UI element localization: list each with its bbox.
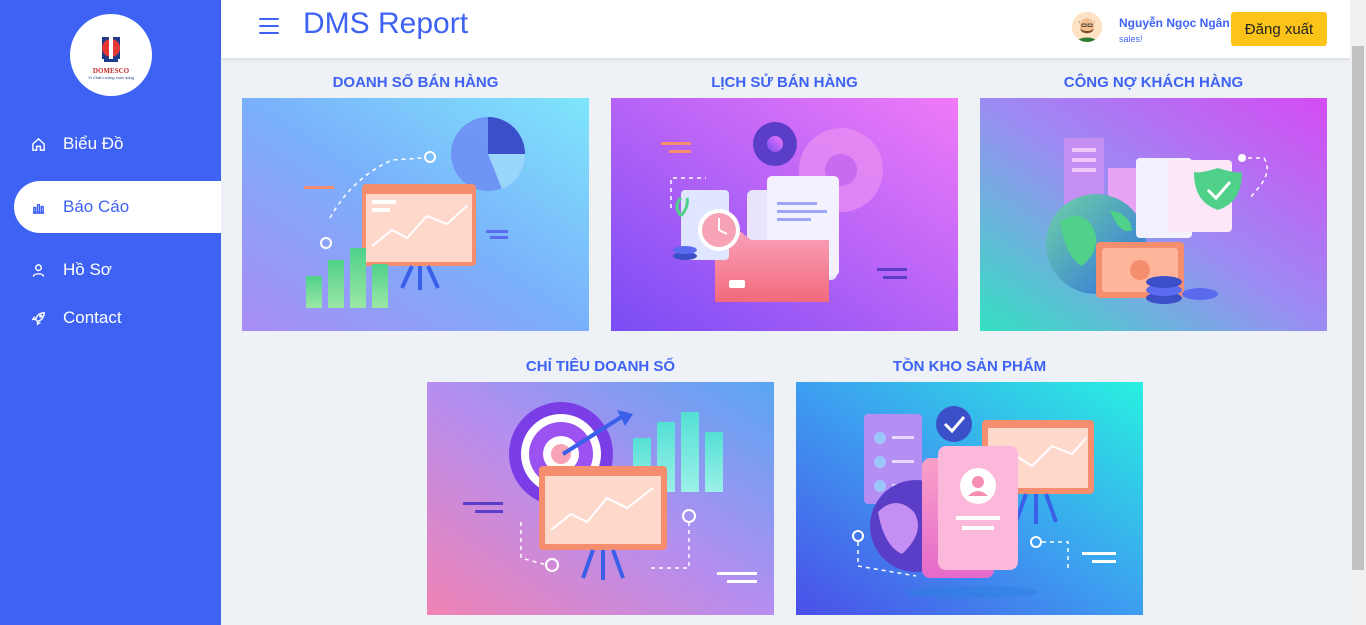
user-name: Nguyễn Ngọc Ngân [1119, 16, 1230, 30]
page-title: DMS Report [303, 7, 469, 40]
sidebar-item-label: Biểu Đồ [63, 134, 124, 153]
logo-slogan-text: Vì Chất Lượng cuộc sống [88, 74, 134, 80]
report-card-chi-tieu[interactable]: CHỈ TIÊU DOANH SỐ [427, 354, 774, 615]
menu-toggle-icon[interactable] [259, 18, 279, 34]
report-card-title[interactable]: TỒN KHO SẢN PHẨM [796, 358, 1143, 375]
sidebar-item-ho-so[interactable]: Hồ Sơ [14, 244, 221, 296]
report-card-ton-kho[interactable]: TỒN KHO SẢN PHẨM [796, 354, 1143, 615]
report-card-title[interactable]: CHỈ TIÊU DOANH SỐ [427, 358, 774, 375]
inventory-illustration[interactable] [796, 382, 1143, 615]
sidebar-item-label: Hồ Sơ [63, 260, 112, 279]
domesco-logo[interactable]: DOMESCO Vì Chất Lượng cuộc sống [70, 14, 152, 96]
history-illustration[interactable] [611, 98, 958, 331]
sidebar-item-label: Contact [63, 308, 122, 327]
home-icon [30, 136, 46, 152]
report-card-title[interactable]: CÔNG NỢ KHÁCH HÀNG [980, 74, 1327, 91]
sidebar: DOMESCO Vì Chất Lượng cuộc sống Biểu Đồ … [0, 0, 221, 625]
sidebar-item-label: Báo Cáo [63, 197, 130, 216]
bar-chart-icon [30, 199, 46, 215]
debt-illustration[interactable] [980, 98, 1327, 331]
domesco-logo-icon [102, 36, 120, 62]
report-card-doanh-so[interactable]: DOANH SỐ BÁN HÀNG [242, 70, 589, 331]
report-card-cong-no[interactable]: CÔNG NỢ KHÁCH HÀNG [980, 70, 1327, 331]
sidebar-item-bieu-do[interactable]: Biểu Đồ [14, 118, 221, 170]
report-card-title[interactable]: DOANH SỐ BÁN HÀNG [242, 74, 589, 91]
page-scrollbar[interactable] [1350, 0, 1366, 625]
user-icon [30, 262, 46, 278]
sidebar-item-bao-cao[interactable]: Báo Cáo [14, 181, 221, 233]
user-role: sales! [1119, 34, 1143, 44]
avatar[interactable] [1072, 12, 1102, 42]
scrollbar-thumb[interactable] [1352, 46, 1364, 570]
sidebar-item-contact[interactable]: Contact [14, 292, 221, 344]
top-bar: DMS Report Nguyễn Ngọc Ngân sales! Đăng … [221, 0, 1350, 58]
sales-illustration[interactable] [242, 98, 589, 331]
report-card-lich-su[interactable]: LỊCH SỬ BÁN HÀNG [611, 70, 958, 331]
rocket-icon [30, 310, 46, 326]
target-illustration[interactable] [427, 382, 774, 615]
report-card-title[interactable]: LỊCH SỬ BÁN HÀNG [611, 74, 958, 91]
logo-brand-text: DOMESCO [92, 66, 130, 75]
logout-button[interactable]: Đăng xuất [1231, 12, 1327, 46]
